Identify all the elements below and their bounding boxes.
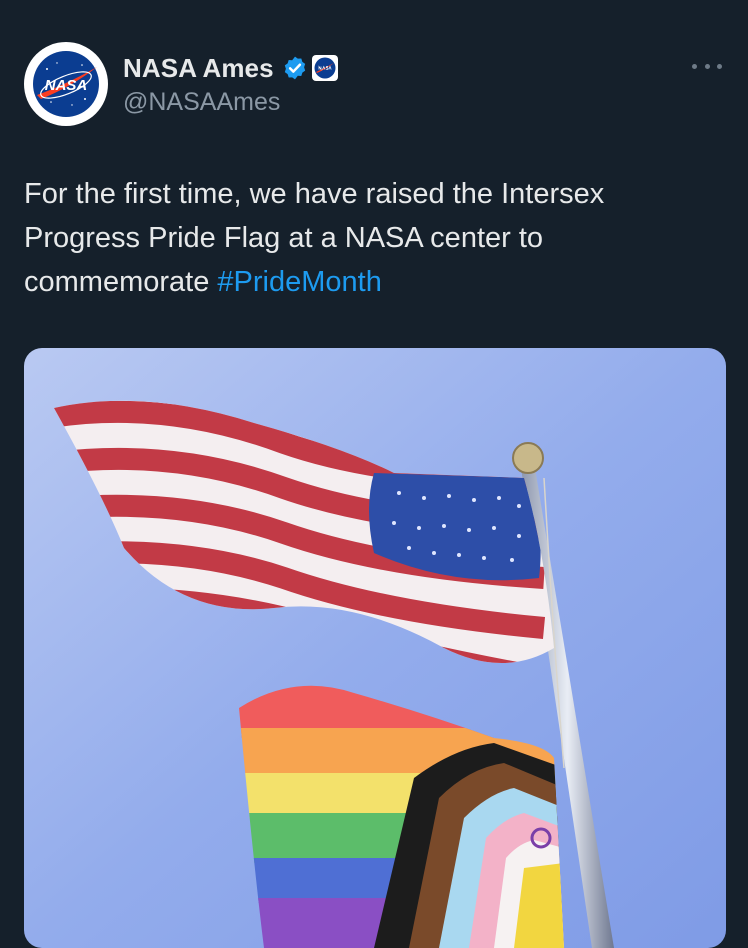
pole-finial [512,442,544,474]
author-name-row: NASA Ames [123,52,338,84]
avatar[interactable]: NASA [24,42,108,126]
nasa-affiliate-badge-icon[interactable] [311,55,338,81]
flags-photo [24,348,726,948]
tweet-text: For the first time, we have raised the I… [24,172,704,304]
more-dot [704,63,710,69]
nasa-meatball-logo: NASA [33,51,99,117]
nasa-logo-text: NASA [45,77,88,94]
author-display-name[interactable]: NASA Ames [123,53,274,84]
more-horizontal-icon[interactable] [692,54,722,78]
tweet-media-image[interactable] [24,348,726,948]
nasa-mini-logo-icon [314,57,336,79]
hashtag-link[interactable]: #PrideMonth [217,266,381,298]
author-handle[interactable]: @NASAAmes [123,88,280,117]
more-dot [692,63,697,69]
verified-badge-icon [284,56,305,80]
more-dot [717,63,722,69]
